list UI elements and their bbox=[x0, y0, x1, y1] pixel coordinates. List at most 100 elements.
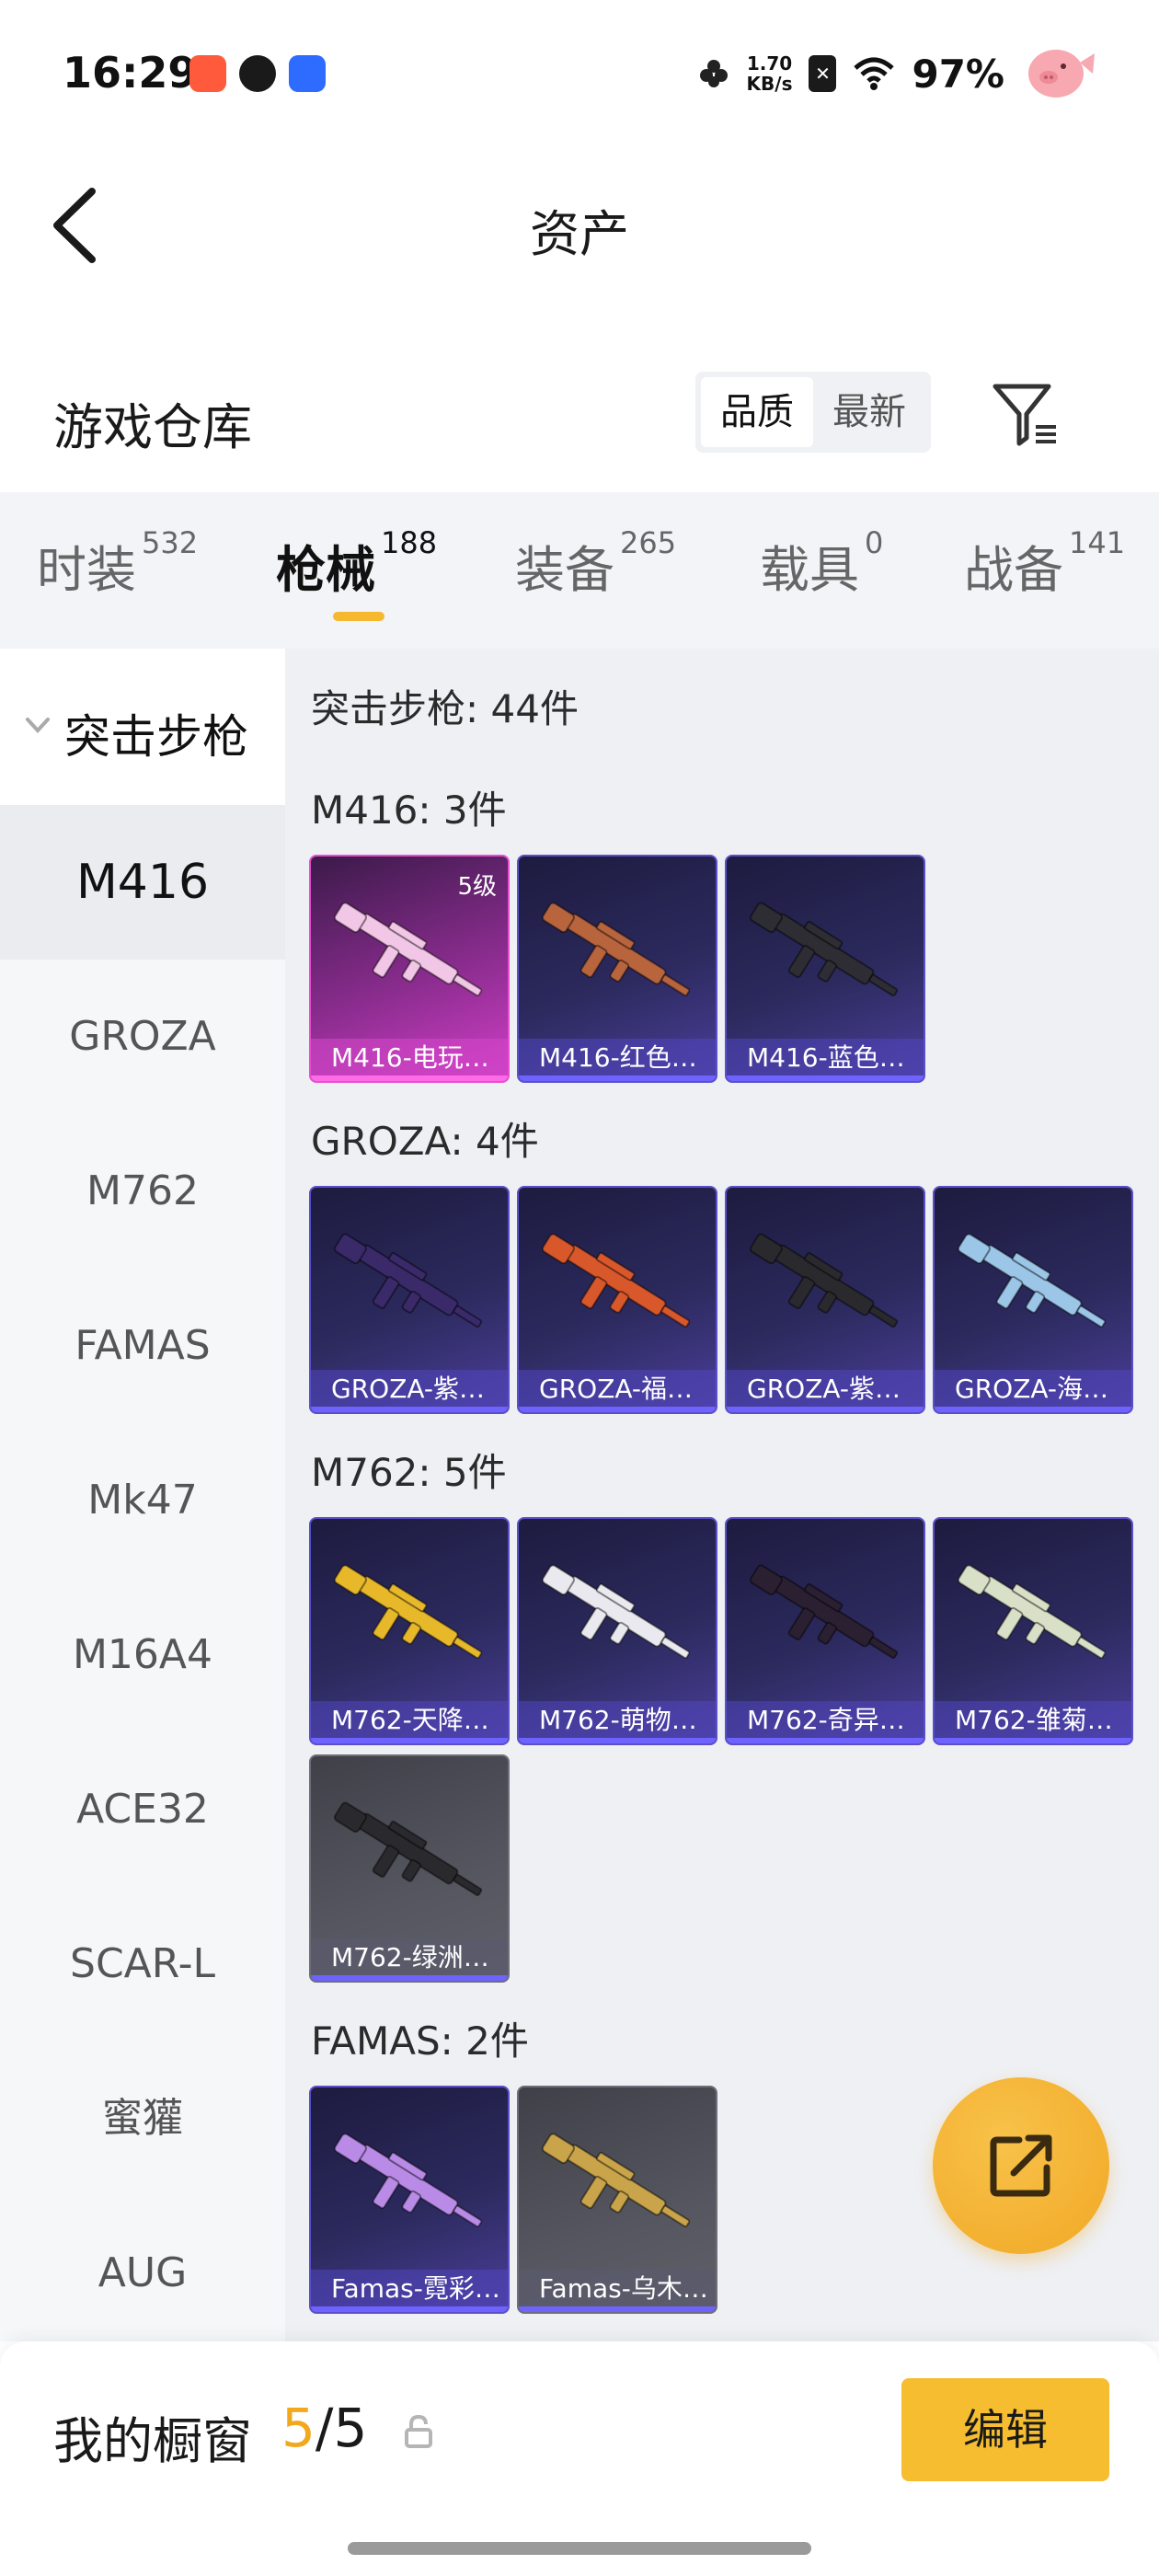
rifle-icon bbox=[749, 1564, 899, 1660]
rifle-icon bbox=[749, 902, 899, 997]
weapon-card[interactable]: GROZA-紫… bbox=[309, 1186, 510, 1414]
weapon-name: GROZA-紫… bbox=[311, 1370, 508, 1412]
showcase-title: 我的橱窗 bbox=[53, 2412, 252, 2470]
weapon-name: M762-萌物… bbox=[519, 1701, 716, 1743]
share-button[interactable] bbox=[933, 2077, 1109, 2254]
tab-label: 时装 bbox=[37, 541, 136, 599]
category-tabs: 时装 532 枪械 188 装备 265 载具 0 战备 141 bbox=[0, 492, 1159, 649]
tab-label: 装备 bbox=[515, 541, 614, 599]
section-title-groza: GROZA: 4件 bbox=[311, 1119, 539, 1164]
weapon-card[interactable]: M762-萌物… bbox=[517, 1517, 717, 1745]
wifi-icon bbox=[854, 57, 895, 90]
tab-count: 141 bbox=[1069, 525, 1126, 560]
weapon-card[interactable]: GROZA-福… bbox=[517, 1186, 717, 1414]
weapon-card[interactable]: M762-奇异… bbox=[725, 1517, 925, 1745]
sort-quality-button[interactable]: 品质 bbox=[701, 377, 813, 447]
weapon-card[interactable]: GROZA-海… bbox=[933, 1186, 1133, 1414]
weapon-name: M416-电玩… bbox=[311, 1039, 508, 1081]
rifle-icon bbox=[957, 1233, 1107, 1328]
rifle-icon bbox=[333, 1801, 483, 1897]
edit-button[interactable]: 编辑 bbox=[901, 2378, 1109, 2481]
rifle-icon bbox=[541, 1233, 691, 1328]
net-speed-value: 1.70 bbox=[746, 52, 793, 75]
sidebar-group-label: 突击步枪 bbox=[64, 710, 248, 764]
category-summary: 突击步枪: 44件 bbox=[311, 686, 579, 731]
status-app-icons bbox=[189, 55, 326, 92]
weapon-card[interactable]: GROZA-紫… bbox=[725, 1186, 925, 1414]
rifle-icon bbox=[333, 1233, 483, 1328]
tab-label: 战备 bbox=[964, 541, 1063, 599]
tab-equipment[interactable]: 装备 265 bbox=[515, 525, 676, 602]
section-title-m416: M416: 3件 bbox=[311, 788, 507, 833]
tab-count: 188 bbox=[381, 525, 438, 560]
sidebar-item-groza[interactable]: GROZA bbox=[0, 960, 285, 1114]
status-right: 1.70 KB/s ✕ 97% bbox=[697, 46, 1096, 101]
rifle-icon bbox=[957, 1564, 1107, 1660]
filter-icon[interactable] bbox=[988, 377, 1061, 451]
battery-level: 97% bbox=[912, 51, 1004, 97]
app-icon-2 bbox=[239, 55, 276, 92]
weapon-name: M762-雏菊… bbox=[935, 1701, 1131, 1743]
weapon-card[interactable]: M416-蓝色… bbox=[725, 855, 925, 1083]
weapon-name: GROZA-海… bbox=[935, 1370, 1131, 1412]
pig-avatar-icon bbox=[1028, 50, 1095, 98]
header: 资产 bbox=[0, 147, 1159, 304]
sidebar-item-famas[interactable]: FAMAS bbox=[0, 1269, 285, 1423]
tab-count: 265 bbox=[620, 525, 677, 560]
sidebar-item-ace32[interactable]: ACE32 bbox=[0, 1732, 285, 1887]
sidebar-item-honey-badger[interactable]: 蜜獾 bbox=[0, 2041, 285, 2196]
section-title-famas: FAMAS: 2件 bbox=[311, 2018, 529, 2064]
tab-vehicles[interactable]: 载具 0 bbox=[760, 525, 883, 602]
showcase-used: 5 bbox=[281, 2397, 316, 2459]
chevron-down-icon bbox=[26, 718, 50, 733]
sidebar-group-assault-rifles[interactable]: 突击步枪 bbox=[0, 649, 285, 805]
status-bar: 16:29 1.70 KB/s ✕ 97% bbox=[0, 0, 1159, 147]
weapon-card[interactable]: Famas-乌木… bbox=[517, 2086, 717, 2314]
tab-supplies[interactable]: 战备 141 bbox=[964, 525, 1125, 602]
net-speed: 1.70 KB/s bbox=[747, 53, 793, 94]
net-speed-unit: KB/s bbox=[746, 73, 793, 95]
tab-count: 0 bbox=[865, 525, 884, 560]
weapon-name: M416-蓝色… bbox=[727, 1039, 924, 1081]
sort-newest-button[interactable]: 最新 bbox=[813, 377, 925, 447]
sidebar-item-mk47[interactable]: Mk47 bbox=[0, 1423, 285, 1578]
section-title-m762: M762: 5件 bbox=[311, 1450, 507, 1495]
weapon-name: GROZA-福… bbox=[519, 1370, 716, 1412]
sidebar-item-m16a4[interactable]: M16A4 bbox=[0, 1578, 285, 1732]
weapon-card[interactable]: M762-天降… bbox=[309, 1517, 510, 1745]
tab-firearms[interactable]: 枪械 188 bbox=[276, 525, 437, 602]
sidebar-item-scar-l[interactable]: SCAR-L bbox=[0, 1887, 285, 2041]
weapon-name: M416-红色… bbox=[519, 1039, 716, 1081]
weapon-name: GROZA-紫… bbox=[727, 1370, 924, 1412]
rifle-icon bbox=[749, 1233, 899, 1328]
rifle-icon bbox=[333, 2133, 483, 2228]
home-indicator[interactable] bbox=[348, 2542, 811, 2555]
showcase-total: 5 bbox=[333, 2397, 368, 2459]
sort-toggle: 品质 最新 bbox=[695, 372, 931, 453]
sidebar-item-aug[interactable]: AUG bbox=[0, 2196, 285, 2351]
status-time: 16:29 bbox=[63, 48, 198, 98]
lock-icon bbox=[405, 2414, 432, 2448]
weapon-card[interactable]: Famas-霓彩… bbox=[309, 2086, 510, 2314]
weapon-sidebar: 突击步枪 M416 GROZA M762 FAMAS Mk47 M16A4 AC… bbox=[0, 649, 285, 2341]
weapon-name: M762-天降… bbox=[311, 1701, 508, 1743]
weapon-card[interactable]: M416-红色… bbox=[517, 855, 717, 1083]
showcase-bar: 我的橱窗 5/5 编辑 bbox=[0, 2341, 1159, 2576]
tab-outfits[interactable]: 时装 532 bbox=[37, 525, 198, 602]
weapon-name: M762-奇异… bbox=[727, 1701, 924, 1743]
level-badge: 5级 bbox=[457, 873, 497, 901]
tab-count: 532 bbox=[142, 525, 199, 560]
sidebar-item-m416[interactable]: M416 bbox=[0, 805, 285, 960]
sidebar-item-m762[interactable]: M762 bbox=[0, 1114, 285, 1269]
sim-icon: ✕ bbox=[809, 55, 837, 92]
weapon-card[interactable]: M762-绿洲… bbox=[309, 1754, 510, 1983]
weapon-name: M762-绿洲… bbox=[311, 1938, 508, 1981]
weapon-card[interactable]: 5级 M416-电玩… bbox=[309, 855, 510, 1083]
weapon-name: Famas-霓彩… bbox=[311, 2270, 508, 2312]
rifle-icon bbox=[541, 2133, 691, 2228]
rifle-icon bbox=[541, 1564, 691, 1660]
showcase-separator: / bbox=[315, 2397, 334, 2459]
weapon-card[interactable]: M762-雏菊… bbox=[933, 1517, 1133, 1745]
share-icon bbox=[990, 2134, 1052, 2197]
flower-icon bbox=[699, 60, 728, 87]
